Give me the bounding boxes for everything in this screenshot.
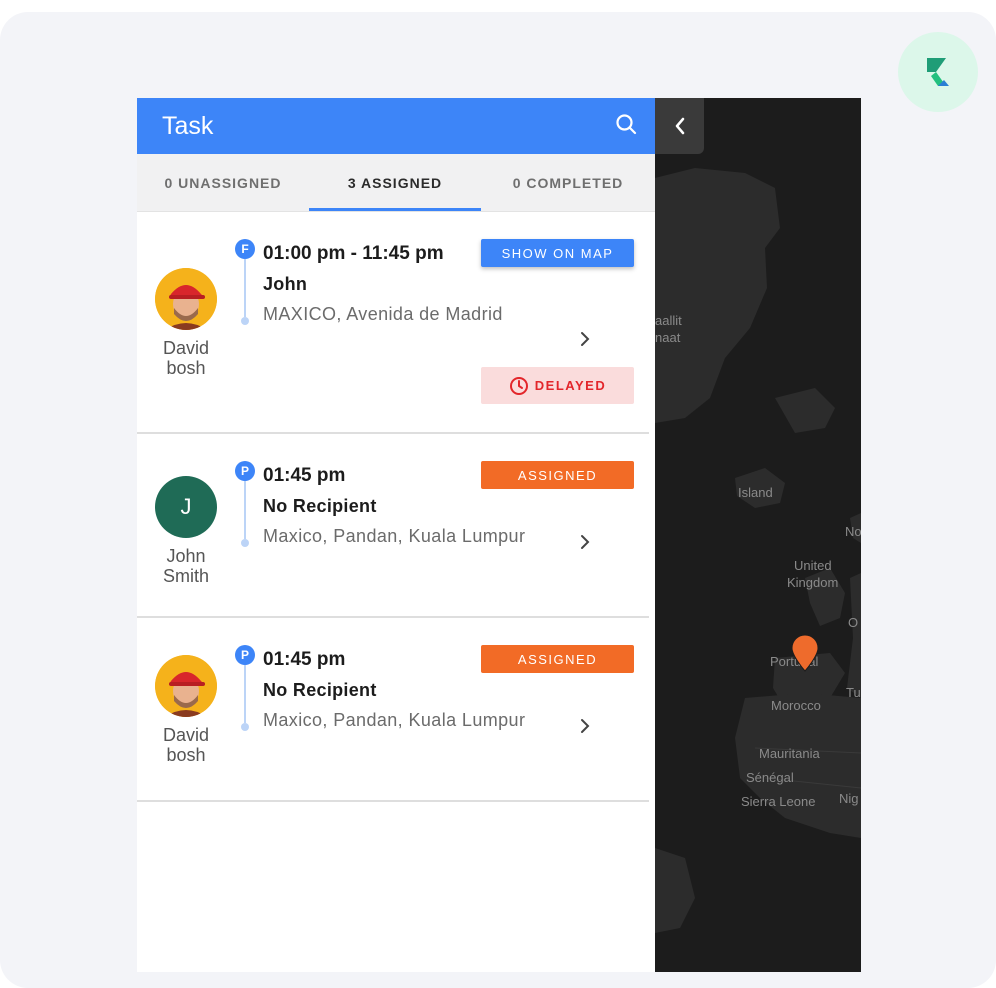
delayed-label: DELAYED [534,378,607,393]
show-on-map-button[interactable]: SHOW ON MAP [481,239,634,267]
agent: David bosh [151,268,221,378]
recipient-name: John [263,274,308,294]
panel-header: Task [137,98,655,154]
agent: David bosh [151,655,221,765]
recipient-name: No Recipient [263,680,377,700]
map-land-shapes [655,168,861,933]
page-title: Task [162,111,214,140]
avatar [155,268,217,330]
map-label: Island [738,485,773,500]
map-label: United [794,558,832,573]
map-label: Mauritania [759,746,820,761]
route-line [244,665,246,723]
tab-assigned[interactable]: 3 ASSIGNED [309,154,481,211]
task-card[interactable]: David bosh F 01:00 pm - 11:45 pm John MA… [137,212,649,434]
stop-type-badge: F [235,239,255,259]
task-panel: Task 0 UNASSIGNED 3 ASSIGNED 0 COMPLETED [137,98,655,972]
chevron-right-icon[interactable] [577,716,593,736]
map-view[interactable]: aallit naat Island United Kingdom Portug… [655,98,861,972]
map-pin-icon[interactable] [790,634,820,672]
map-label: Morocco [771,698,821,713]
map-label: naat [655,330,681,345]
route-timeline: P [235,461,255,547]
search-button[interactable] [615,113,637,140]
task-address: Maxico, Pandan, Kuala Lumpur [263,526,526,546]
route-timeline: F [235,239,255,325]
task-card[interactable]: J John Smith P 01:45 pm No Recipient Max… [137,434,649,618]
task-address: Maxico, Pandan, Kuala Lumpur [263,710,526,730]
map-label: Sénégal [746,770,794,785]
map-label: Kingdom [787,575,839,590]
status-badge: ASSIGNED [481,645,634,673]
route-dot [241,317,249,325]
chevron-right-icon[interactable] [577,532,593,552]
agent: J John Smith [151,476,221,586]
status-badge: ASSIGNED [481,461,634,489]
agent-photo-icon [155,655,217,717]
stop-type-badge: P [235,461,255,481]
route-dot [241,723,249,731]
agent-photo-icon [155,268,217,330]
recipient-name: No Recipient [263,496,377,516]
agent-name: David bosh [162,725,210,765]
map-label: Tu [846,685,861,700]
avatar [155,655,217,717]
status-tabs: 0 UNASSIGNED 3 ASSIGNED 0 COMPLETED [137,154,655,212]
clock-icon [509,376,528,395]
tab-unassigned[interactable]: 0 UNASSIGNED [137,154,309,211]
route-dot [241,539,249,547]
map-label: No [845,524,861,539]
route-line [244,259,246,317]
brand-logo-icon [898,32,978,112]
chevron-right-icon[interactable] [577,329,593,349]
collapse-panel-button[interactable] [655,98,704,154]
dispatch-app: aallit naat Island United Kingdom Portug… [137,98,861,972]
avatar: J [155,476,217,538]
route-line [244,481,246,539]
delayed-badge: DELAYED [481,367,634,404]
map-label: Nig [839,791,859,806]
task-address: MAXICO, Avenida de Madrid [263,304,503,324]
tab-completed[interactable]: 0 COMPLETED [481,154,655,211]
map-label: O [848,615,859,630]
map-label: Sierra Leone [741,794,816,809]
chevron-left-icon [675,117,684,135]
agent-name: David bosh [162,338,210,378]
task-card[interactable]: David bosh P 01:45 pm No Recipient Maxic… [137,618,649,802]
agent-name: John Smith [162,546,209,586]
route-timeline: P [235,645,255,731]
map-label: aallit [655,313,682,328]
stop-type-badge: P [235,645,255,665]
search-icon [616,113,637,134]
